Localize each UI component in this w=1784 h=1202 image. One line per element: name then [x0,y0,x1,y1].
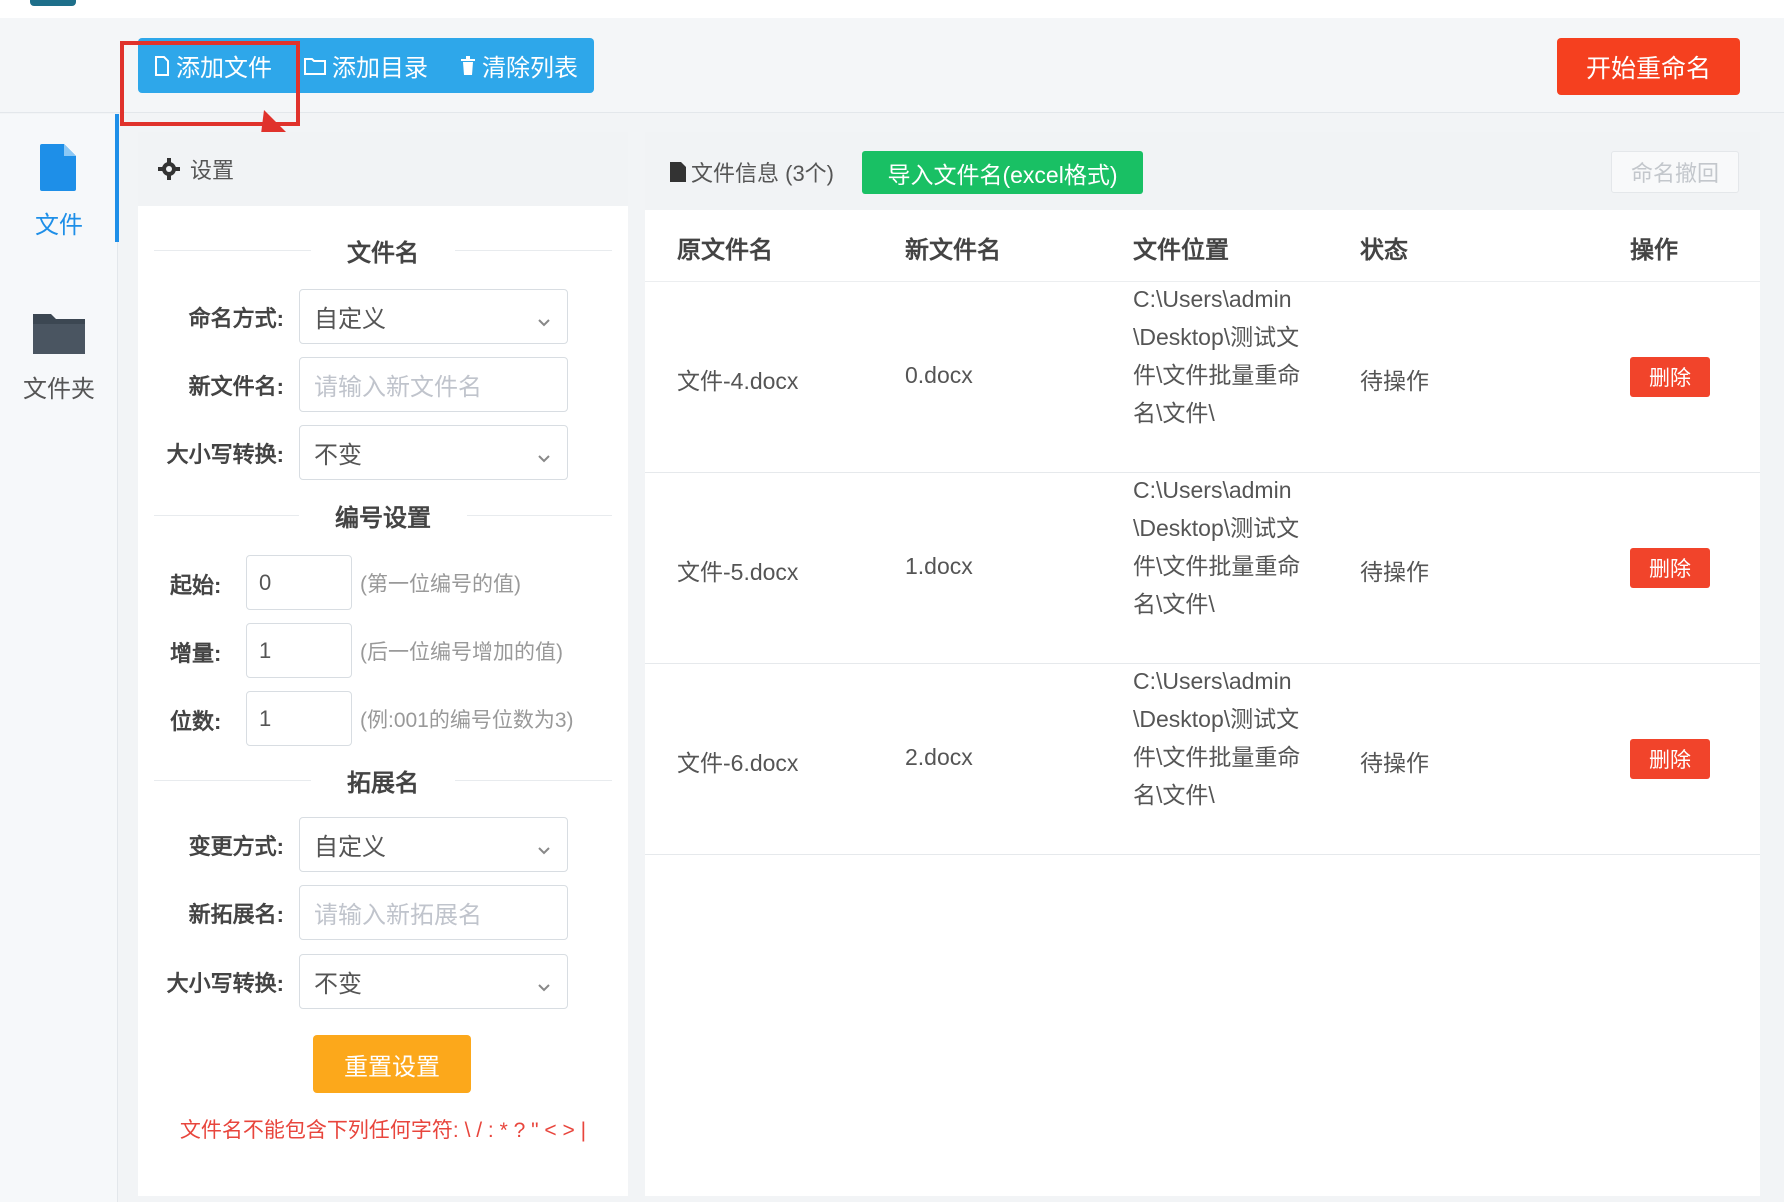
column-new-name: 新文件名 [905,237,1001,264]
ext-case-label: 大小写转换: [166,970,284,996]
app-window: 添加文件 添加目录 清除列表 开始重命名 文件 文件夹 设置 文件名 命名方式:… [0,0,1784,1202]
table-header: 原文件名 新文件名 文件位置 状态 操作 [645,210,1760,282]
add-directory-label: 添加目录 [332,55,428,82]
nav-item-file[interactable]: 文件 [0,114,119,242]
file-info-count: 文件信息 (3个) [691,161,835,186]
folder-outline-icon [304,57,326,75]
table-row: 文件-5.docx 1.docx C:\Users\admin\Desktop\… [645,473,1760,664]
case-conversion-label: 大小写转换: [166,441,284,467]
column-original-name: 原文件名 [677,237,773,264]
settings-panel: 设置 文件名 命名方式: 自定义 新文件名: 请输入新文件名 大小写转换: 不变… [138,132,628,1196]
nav-item-folder[interactable]: 文件夹 [0,310,118,404]
file-info-title: 文件信息 (3个) [669,156,834,188]
nav-folder-label: 文件夹 [23,376,95,403]
document-icon [669,161,687,183]
file-location: C:\Users\admin\Desktop\测试文件\文件批量重命名\文件\ [1133,668,1301,808]
new-filename: 1.docx [905,553,973,579]
column-location: 文件位置 [1133,237,1229,264]
new-filename: 2.docx [905,744,973,770]
left-sidebar: 文件 文件夹 [0,114,119,1202]
start-hint: (第一位编号的值) [360,573,521,596]
new-name-label: 新文件名: [188,373,284,399]
new-name-row: 新文件名: 请输入新文件名 [138,356,628,413]
clear-list-button[interactable]: 清除列表 [444,38,594,93]
delete-button[interactable]: 删除 [1630,357,1710,397]
new-filename: 0.docx [905,362,973,388]
add-directory-button[interactable]: 添加目录 [288,38,444,93]
ext-mode-select[interactable]: 自定义 [299,817,568,872]
start-number-input[interactable]: 0 [246,555,352,610]
settings-header: 设置 [138,132,628,206]
file-status: 待操作 [1360,559,1429,585]
start-label: 起始: [170,573,222,598]
file-location: C:\Users\admin\Desktop\测试文件\文件批量重命名\文件\ [1133,477,1301,617]
ext-mode-value: 自定义 [314,834,386,861]
file-status: 待操作 [1360,750,1429,776]
clear-list-label: 清除列表 [482,55,578,82]
file-status: 待操作 [1360,368,1429,394]
delete-button[interactable]: 删除 [1630,548,1710,588]
table-row: 文件-4.docx 0.docx C:\Users\admin\Desktop\… [645,282,1760,473]
case-conversion-value: 不变 [314,442,362,469]
ext-case-select[interactable]: 不变 [299,954,568,1009]
trash-icon [460,55,476,76]
column-action: 操作 [1630,237,1678,264]
import-excel-button[interactable]: 导入文件名(excel格式) [862,151,1143,194]
increment-hint: (后一位编号增加的值) [360,641,563,664]
undo-rename-button[interactable]: 命名撤回 [1611,151,1739,193]
digits-hint: (例:001的编号位数为3) [360,709,574,732]
original-filename: 文件-5.docx [677,559,799,585]
new-ext-label: 新拓展名: [188,901,284,927]
new-ext-input[interactable]: 请输入新拓展名 [299,885,568,940]
file-location: C:\Users\admin\Desktop\测试文件\文件批量重命名\文件\ [1133,286,1301,426]
naming-mode-value: 自定义 [314,306,386,333]
naming-mode-label: 命名方式: [188,305,284,331]
naming-mode-select[interactable]: 自定义 [299,289,568,344]
title-strip [0,0,1784,18]
filename-warning: 文件名不能包含下列任何字符: \ / : * ? " < > | [179,1119,587,1142]
filename-section-title: 文件名 [138,230,628,270]
chevron-down-icon [537,445,551,473]
new-name-input[interactable]: 请输入新文件名 [299,357,568,412]
ext-mode-label: 变更方式: [188,833,284,859]
ext-case-row: 大小写转换: 不变 [138,953,628,1010]
column-status: 状态 [1360,237,1408,264]
increment-label: 增量: [170,641,222,666]
chevron-down-icon [537,974,551,1002]
file-icon [0,142,118,199]
delete-button[interactable]: 删除 [1630,739,1710,779]
original-filename: 文件-6.docx [677,750,799,776]
ext-case-value: 不变 [314,971,362,998]
ext-mode-row: 变更方式: 自定义 [138,816,628,873]
reset-settings-button[interactable]: 重置设置 [313,1035,471,1093]
digits-label: 位数: [170,709,222,734]
original-filename: 文件-4.docx [677,368,799,394]
file-list-header: 文件信息 (3个) 导入文件名(excel格式) 命名撤回 [645,132,1760,210]
toolbar: 添加文件 添加目录 清除列表 开始重命名 [0,18,1784,126]
digits-input[interactable]: 1 [246,691,352,746]
chevron-down-icon [537,837,551,865]
folder-icon [0,310,118,363]
start-rename-button[interactable]: 开始重命名 [1557,38,1740,95]
numbering-section-title: 编号设置 [138,495,628,535]
case-conversion-select[interactable]: 不变 [299,425,568,480]
settings-title: 设置 [190,158,235,183]
naming-mode-row: 命名方式: 自定义 [138,288,628,345]
file-list-panel: 文件信息 (3个) 导入文件名(excel格式) 命名撤回 原文件名 新文件名 … [645,132,1760,1196]
increment-input[interactable]: 1 [246,623,352,678]
app-logo [30,0,76,6]
chevron-down-icon [537,309,551,337]
case-conversion-row: 大小写转换: 不变 [138,424,628,481]
nav-file-label: 文件 [35,212,83,239]
gear-icon [158,158,180,180]
new-ext-row: 新拓展名: 请输入新拓展名 [138,884,628,941]
table-row: 文件-6.docx 2.docx C:\Users\admin\Desktop\… [645,664,1760,855]
extension-section-title: 拓展名 [138,760,628,800]
